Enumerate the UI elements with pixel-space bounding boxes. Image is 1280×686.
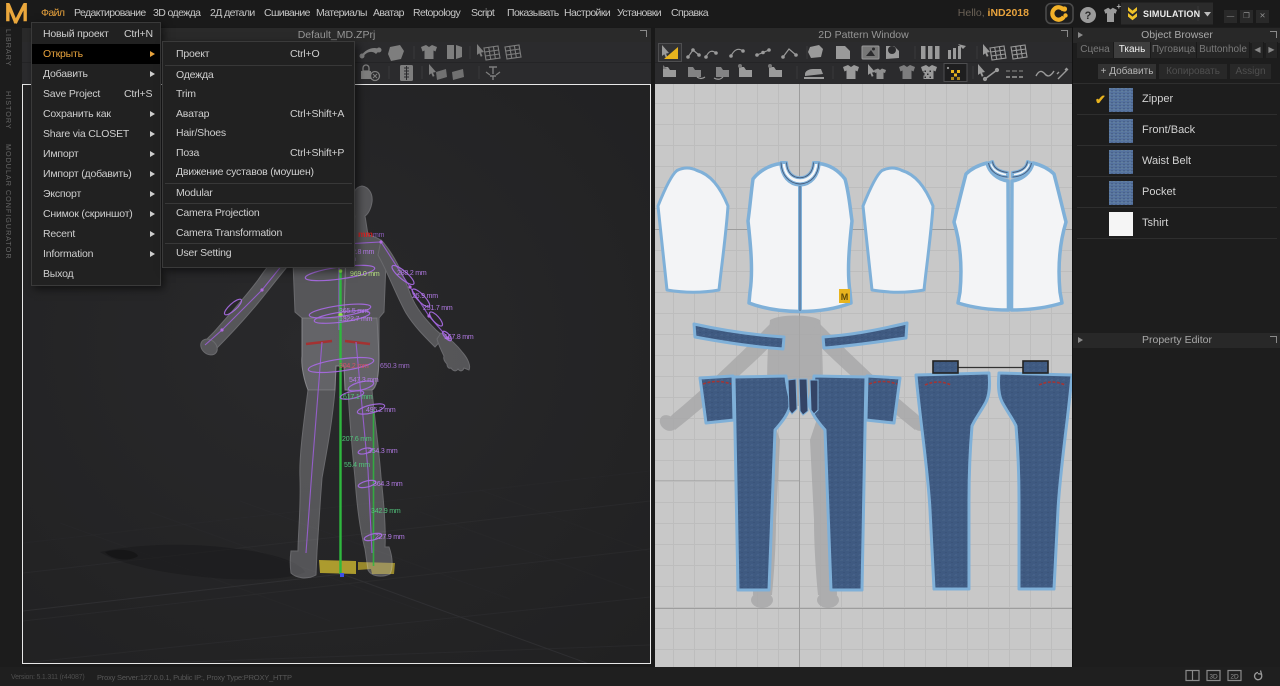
svg-text:354.3 mm: 354.3 mm — [368, 448, 398, 455]
svg-text:495.2 mm: 495.2 mm — [366, 407, 396, 414]
svg-text:+: + — [1117, 2, 1122, 11]
svg-text:650.3 mm: 650.3 mm — [380, 363, 410, 370]
svg-text:mm: mm — [358, 229, 373, 239]
svg-text:25.9 mm: 25.9 mm — [412, 293, 438, 300]
svg-text:969.0 mm: 969.0 mm — [350, 271, 380, 278]
svg-text:227.9 mm: 227.9 mm — [375, 534, 405, 541]
svg-text:2.8 mm: 2.8 mm — [352, 249, 375, 256]
svg-text:M: M — [841, 292, 849, 302]
svg-text:364.3 mm: 364.3 mm — [373, 481, 403, 488]
svg-text:?: ? — [1085, 10, 1092, 22]
svg-text:SIMULATION: SIMULATION — [1143, 9, 1200, 19]
svg-text:1322.7 mm: 1322.7 mm — [339, 316, 373, 323]
svg-text:288.2 mm: 288.2 mm — [397, 270, 427, 277]
svg-text:2D: 2D — [1230, 674, 1239, 681]
svg-text:304.2 mm: 304.2 mm — [339, 363, 369, 370]
svg-text:mm: mm — [373, 232, 385, 239]
svg-text:207.6 mm: 207.6 mm — [342, 436, 372, 443]
svg-text:167.8 mm: 167.8 mm — [444, 334, 474, 341]
svg-text:365.5 mm: 365.5 mm — [339, 308, 369, 315]
svg-text:547.3 mm: 547.3 mm — [349, 377, 379, 384]
svg-text:617.1 mm: 617.1 mm — [343, 394, 373, 401]
svg-text:3D: 3D — [1209, 674, 1218, 681]
svg-text:251.7 mm: 251.7 mm — [423, 305, 453, 312]
svg-text:342.9 mm: 342.9 mm — [371, 508, 401, 515]
svg-text:55.4 mm: 55.4 mm — [344, 462, 370, 469]
